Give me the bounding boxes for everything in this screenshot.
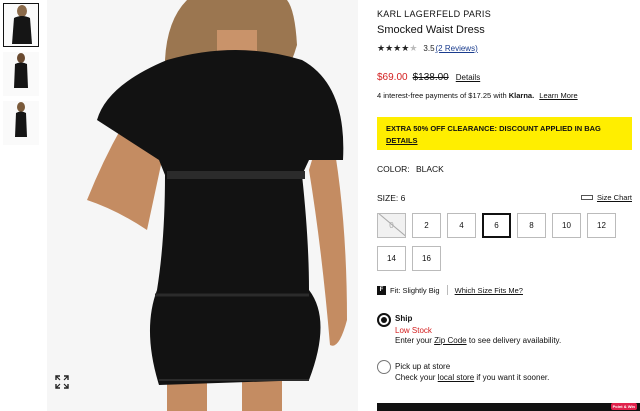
star-half-icon: ★ — [401, 43, 410, 53]
size-label: SIZE: — [377, 193, 399, 203]
size-option-label: 10 — [562, 221, 571, 230]
fit-label: Fit: Slightly Big — [390, 285, 440, 295]
size-option-label: 2 — [424, 221, 429, 230]
sale-price: $69.00 — [377, 72, 408, 83]
pickup-line-suffix: if you want it sooner. — [476, 373, 550, 382]
ship-title: Ship — [395, 314, 413, 323]
color-label: COLOR: — [377, 164, 410, 174]
pickup-title: Pick up at store — [395, 362, 451, 371]
brand-name[interactable]: KARL LAGERFELD PARIS — [377, 9, 491, 19]
klarna-text: 4 interest-free payments of $17.25 with — [377, 91, 507, 100]
size-chart-link[interactable]: Size Chart — [580, 193, 632, 202]
pickup-radio[interactable] — [377, 360, 391, 374]
reviews-link[interactable]: (2 Reviews) — [436, 44, 478, 53]
promo-headline: EXTRA 50% OFF CLEARANCE: DISCOUNT APPLIE… — [386, 124, 601, 133]
fit-row: F Fit: Slightly Big Which Size Fits Me? — [377, 285, 523, 295]
promo-details-link[interactable]: DETAILS — [386, 135, 624, 147]
size-option-4[interactable]: 4 — [447, 213, 476, 238]
star-full-icon: ★ — [385, 43, 394, 53]
divider — [446, 285, 448, 295]
color-row: COLOR: BLACK — [377, 164, 444, 174]
ship-line-prefix: Enter your — [395, 336, 432, 345]
low-stock-label: Low Stock — [395, 326, 432, 335]
pickup-store-line: Check your local store if you want it so… — [395, 373, 549, 382]
klarna-row: 4 interest-free payments of $17.25 with … — [377, 91, 578, 100]
ship-zip-line: Enter your Zip Code to see delivery avai… — [395, 336, 561, 345]
ship-radio[interactable] — [377, 313, 391, 327]
ruler-icon — [580, 195, 593, 200]
price-row: $69.00 $138.00 Details — [377, 72, 480, 83]
which-size-fits-link[interactable]: Which Size Fits Me? — [455, 286, 523, 295]
thumbnail-side[interactable] — [3, 101, 39, 145]
ship-option-text: Ship Low Stock Enter your Zip Code to se… — [395, 314, 561, 345]
local-store-link[interactable]: local store — [438, 373, 474, 382]
size-option-label: 8 — [529, 221, 534, 230]
main-product-image[interactable] — [47, 0, 358, 411]
size-option-2[interactable]: 2 — [412, 213, 441, 238]
point-win-badge[interactable]: Point & Win — [610, 403, 637, 410]
zip-code-link[interactable]: Zip Code — [434, 336, 466, 345]
thumbnail-strip — [3, 3, 39, 150]
size-option-12[interactable]: 12 — [587, 213, 616, 238]
size-option-16[interactable]: 16 — [412, 246, 441, 271]
star-empty-icon: ★ — [409, 43, 418, 53]
star-full-icon: ★ — [393, 43, 402, 53]
product-info-panel: KARL LAGERFELD PARIS Smocked Waist Dress… — [377, 0, 640, 411]
original-price: $138.00 — [412, 72, 449, 83]
promo-banner: EXTRA 50% OFF CLEARANCE: DISCOUNT APPLIE… — [377, 117, 632, 150]
size-option-14[interactable]: 14 — [377, 246, 406, 271]
size-option-10[interactable]: 10 — [552, 213, 581, 238]
size-option-8[interactable]: 8 — [517, 213, 546, 238]
klarna-logo: Klarna. — [508, 91, 535, 100]
size-option-0[interactable]: 0 — [377, 213, 406, 238]
thumbnail-front[interactable] — [3, 3, 39, 47]
size-option-label: 0 — [389, 221, 394, 230]
star-full-icon: ★ — [377, 43, 386, 53]
size-option-label: 16 — [422, 254, 431, 263]
pickup-option-text: Pick up at store Check your local store … — [395, 362, 549, 382]
expand-icon[interactable] — [55, 375, 69, 389]
price-details-link[interactable]: Details — [456, 73, 480, 82]
size-chart-label: Size Chart — [596, 193, 632, 202]
color-value: BLACK — [415, 164, 444, 174]
size-option-label: 4 — [459, 221, 464, 230]
size-option-label: 6 — [494, 221, 499, 230]
thumbnail-back[interactable] — [3, 52, 39, 96]
ship-line-suffix: to see delivery availability. — [468, 336, 562, 345]
dress-model-illustration — [47, 0, 358, 411]
fit-icon: F — [377, 285, 386, 295]
product-title: Smocked Waist Dress — [377, 24, 485, 36]
rating-value: 3.5 — [423, 44, 435, 53]
size-option-label: 12 — [597, 221, 606, 230]
size-row: SIZE: 6 Size Chart — [377, 193, 632, 203]
pickup-line-prefix: Check your — [395, 373, 436, 382]
size-option-label: 14 — [387, 254, 396, 263]
star-rating: ★ ★ ★ ★ ★ — [377, 44, 417, 53]
add-to-bag-bar[interactable] — [377, 403, 640, 411]
klarna-learn-more-link[interactable]: Learn More — [539, 91, 577, 100]
rating-row: ★ ★ ★ ★ ★ 3.5 (2 Reviews) — [377, 44, 478, 54]
size-selected-value: 6 — [400, 193, 406, 203]
size-option-6[interactable]: 6 — [482, 213, 511, 238]
